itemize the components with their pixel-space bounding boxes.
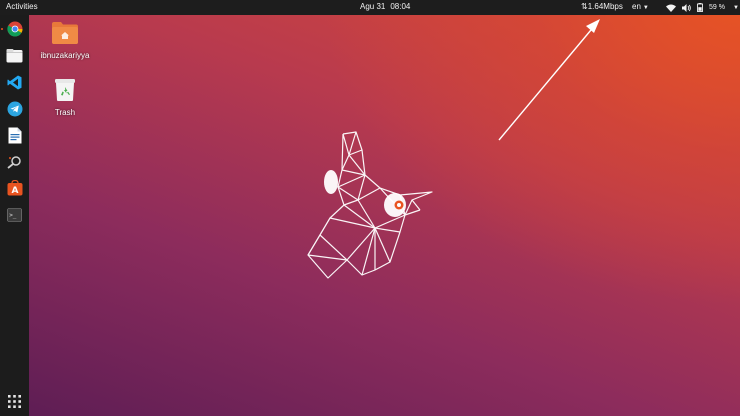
chrome-launcher[interactable] xyxy=(4,18,25,39)
volume-icon xyxy=(682,3,691,12)
chrome-icon xyxy=(6,21,23,37)
language-menu[interactable]: en ▼ xyxy=(632,2,649,11)
vscode-launcher[interactable] xyxy=(4,72,25,93)
screenshot-icon xyxy=(6,155,21,169)
writer-icon xyxy=(8,127,21,144)
telegram-icon xyxy=(7,101,22,116)
dock: A >_ xyxy=(0,15,29,416)
top-panel: Activities Agu 31 08:04 ⇅1.64Mbps en ▼ 59 … xyxy=(0,0,740,15)
desktop-icon-trash[interactable]: Trash xyxy=(35,78,95,117)
files-launcher[interactable] xyxy=(4,45,25,66)
ubuntu-mascot-artwork xyxy=(307,131,433,279)
battery-percentage: 59 % xyxy=(709,4,725,11)
chevron-down-icon: ▼ xyxy=(642,5,649,11)
svg-text:>_: >_ xyxy=(9,212,17,219)
files-icon xyxy=(6,49,23,63)
running-indicator xyxy=(1,28,3,30)
language-label: en xyxy=(632,2,641,11)
annotation-arrow xyxy=(498,19,600,141)
terminal-launcher[interactable]: >_ xyxy=(4,204,25,225)
terminal-icon: >_ xyxy=(7,207,22,222)
svg-text:A: A xyxy=(11,186,18,196)
screenshot-launcher[interactable] xyxy=(4,151,25,172)
wifi-icon xyxy=(666,4,676,12)
show-applications-button[interactable] xyxy=(4,391,25,412)
system-menu[interactable]: 59 % ▼ xyxy=(666,2,739,13)
vscode-icon xyxy=(7,75,22,90)
network-speed-indicator[interactable]: ⇅1.64Mbps xyxy=(581,2,623,11)
battery-icon xyxy=(697,3,703,12)
grid-icon xyxy=(8,395,21,408)
desktop-icon-home[interactable]: ibnuzakariyya xyxy=(35,21,95,60)
trash-icon xyxy=(55,79,75,101)
desktop-icon-label: Trash xyxy=(54,108,76,117)
clock-date: Agu 31 xyxy=(360,2,386,11)
clock-time: 08:04 xyxy=(390,2,411,11)
desktop-icon-label: ibnuzakariyya xyxy=(40,51,90,60)
clock-menu[interactable]: Agu 31 08:04 xyxy=(360,2,410,11)
software-center-icon: A xyxy=(7,179,22,196)
home-folder-icon xyxy=(52,22,78,44)
software-center-launcher[interactable]: A xyxy=(4,177,25,198)
activities-button[interactable]: Activities xyxy=(6,2,38,11)
telegram-launcher[interactable] xyxy=(4,98,25,119)
chevron-down-icon: ▼ xyxy=(732,4,739,11)
writer-launcher[interactable] xyxy=(4,125,25,146)
